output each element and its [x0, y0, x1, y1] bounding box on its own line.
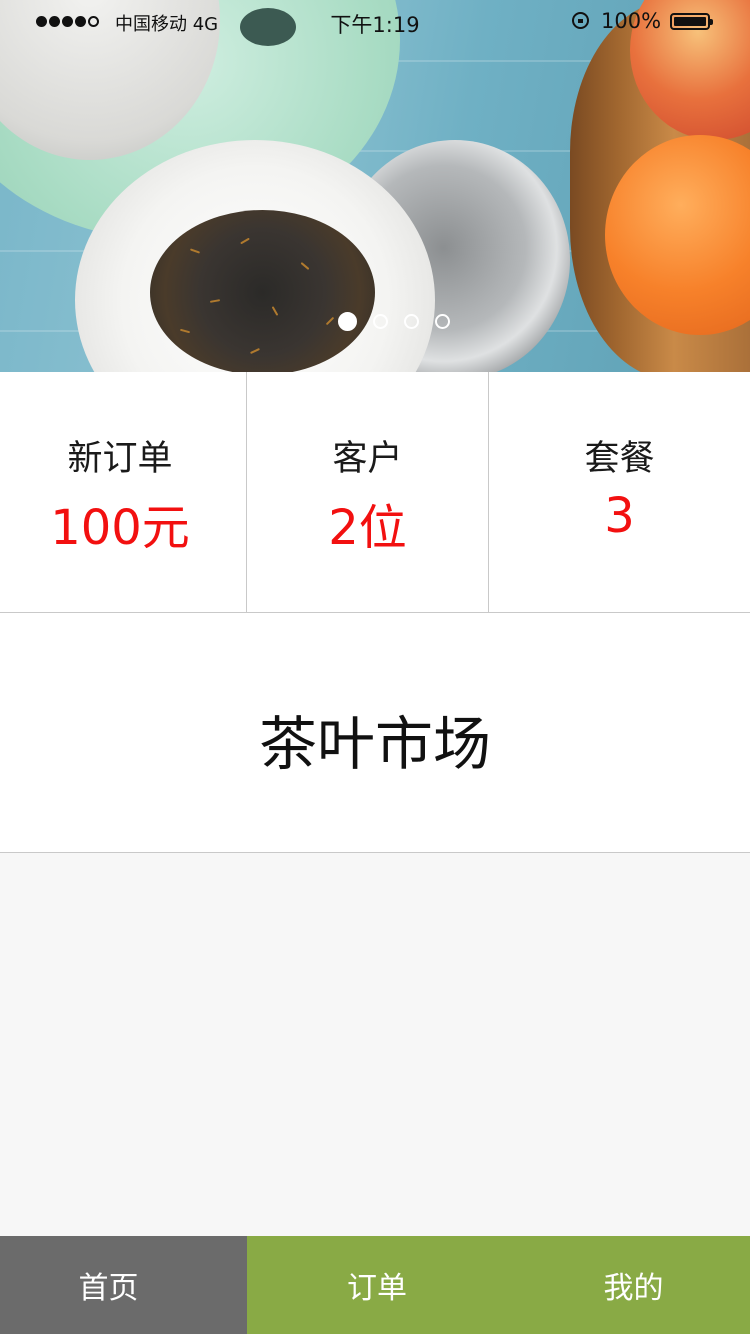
- tea-leaves-image: [150, 210, 375, 372]
- tea-market-section[interactable]: 茶叶市场: [0, 613, 750, 853]
- stat-customers[interactable]: 客户 2位: [247, 372, 489, 612]
- pager-dot[interactable]: [404, 314, 419, 329]
- rotation-lock-icon: [572, 12, 589, 29]
- stat-new-orders[interactable]: 新订单 100元: [0, 372, 247, 612]
- stat-value: 3: [604, 488, 635, 544]
- pager-dot-active[interactable]: [338, 312, 357, 331]
- status-bar: 中国移动 4G 下午1:19 100%: [0, 0, 750, 44]
- hero-banner[interactable]: 中国移动 4G 下午1:19 100%: [0, 0, 750, 372]
- stat-label: 客户: [332, 439, 403, 479]
- tab-mine[interactable]: 我的: [507, 1236, 750, 1334]
- stat-label: 套餐: [584, 439, 655, 479]
- stats-row: 新订单 100元 客户 2位 套餐 3: [0, 372, 750, 613]
- stat-value: 100元: [50, 500, 190, 556]
- tab-orders[interactable]: 订单: [247, 1236, 507, 1334]
- tab-label: 我的: [603, 1271, 664, 1306]
- carousel-pager[interactable]: [338, 312, 450, 333]
- stat-label: 新订单: [67, 439, 173, 479]
- tab-label: 订单: [347, 1271, 407, 1306]
- stat-packages[interactable]: 套餐 3: [489, 372, 750, 612]
- tab-label: 首页: [78, 1271, 139, 1306]
- pager-dot[interactable]: [435, 314, 450, 329]
- stat-value: 2位: [328, 500, 407, 556]
- bottom-tab-bar: 首页 订单 我的: [0, 1236, 750, 1334]
- battery-icon: [670, 13, 713, 30]
- section-title: 茶叶市场: [258, 710, 491, 778]
- pager-dot[interactable]: [373, 314, 388, 329]
- battery-percentage: 100%: [601, 9, 662, 33]
- content-area: [0, 853, 750, 1236]
- tab-home[interactable]: 首页: [0, 1236, 247, 1334]
